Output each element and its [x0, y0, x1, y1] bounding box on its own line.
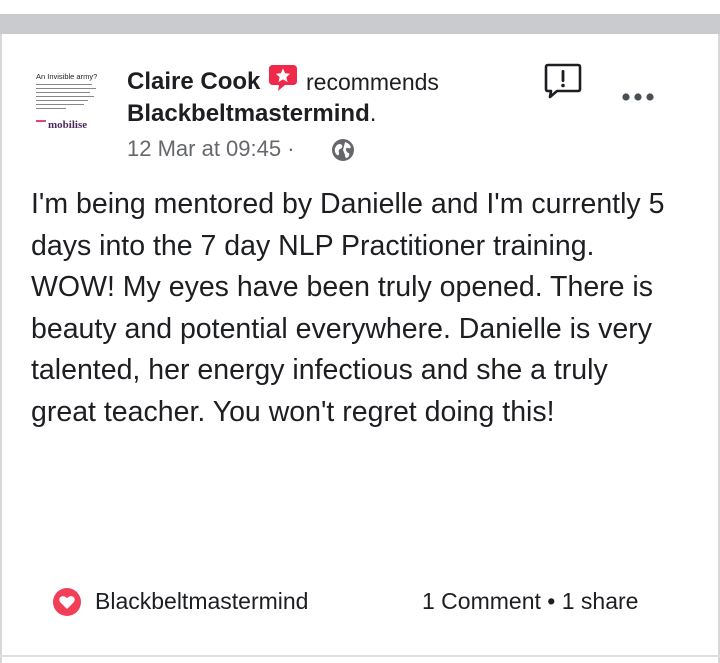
thumbnail-text-line [36, 92, 90, 93]
counts-bullet: • [547, 588, 556, 614]
thumbnail-accent-bar [36, 120, 46, 122]
engagement-counts: 1 Comment • 1 share [422, 588, 638, 615]
reaction-label[interactable]: Blackbeltmastermind [95, 588, 308, 615]
recommends-label: recommends [306, 69, 439, 95]
card-bottom-divider [0, 655, 720, 657]
recommend-star-icon [269, 65, 297, 91]
heart-reaction-icon[interactable] [52, 587, 82, 617]
thumbnail-text-line [36, 88, 96, 89]
top-bar [0, 0, 720, 34]
thumbnail-text-line [36, 108, 66, 109]
post-body-text: I'm being mentored by Danielle and I'm c… [31, 188, 665, 428]
share-count[interactable]: 1 share [562, 588, 639, 614]
thumbnail-text-line [36, 84, 92, 85]
thumbnail-text-line [36, 100, 88, 101]
thumbnail-heading: An Invisible army? [36, 72, 98, 81]
globe-icon[interactable] [331, 138, 355, 162]
thumbnail-brand: mobilise [48, 119, 88, 131]
top-divider-band [0, 14, 720, 34]
post-meta: 12 Mar at 09:45 · [127, 136, 295, 162]
page-name-period: . [369, 100, 377, 127]
page-name-link[interactable]: Blackbeltmastermind. [127, 100, 376, 128]
post-timestamp[interactable]: 12 Mar at 09:45 [127, 136, 281, 161]
meta-separator: · [287, 136, 295, 161]
thumbnail-text-line [36, 104, 84, 105]
page-thumbnail[interactable]: An Invisible army? mobilise [34, 68, 104, 136]
thumbnail-text-line [36, 96, 94, 97]
card-border-left [0, 34, 2, 663]
report-exclamation-icon[interactable] [543, 62, 583, 100]
page-name[interactable]: Blackbeltmastermind [127, 100, 370, 127]
comment-count[interactable]: 1 Comment [422, 588, 541, 614]
more-dots-icon[interactable] [620, 86, 656, 108]
author-name[interactable]: Claire Cook [127, 68, 260, 96]
